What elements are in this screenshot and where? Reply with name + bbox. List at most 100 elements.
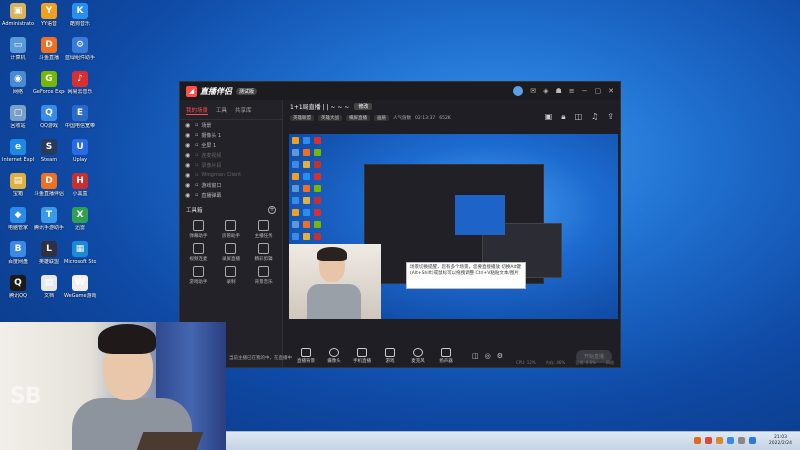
preview-icon: [303, 209, 310, 216]
edit-title-button[interactable]: 修改: [354, 103, 373, 110]
tab-shared[interactable]: 共享库: [235, 106, 252, 115]
scene-item[interactable]: ◉ ▫ 连麦视频: [180, 150, 282, 160]
desktop-icon[interactable]: Q QQ游戏: [33, 105, 65, 129]
share-icon[interactable]: ⇪: [607, 112, 614, 122]
tool-icon: [225, 220, 237, 231]
desktop-icon[interactable]: L 英雄联盟: [33, 241, 65, 265]
add-tool-icon[interactable]: +: [268, 206, 276, 214]
scene-item[interactable]: ◉ ▫ 摄像头 1: [180, 130, 282, 140]
tool-item[interactable]: 精彩剪辑: [247, 243, 280, 262]
tray-icon[interactable]: [738, 437, 745, 444]
desktop-icon[interactable]: H 小黑盒: [64, 173, 96, 197]
gift-icon[interactable]: ◈: [543, 87, 548, 95]
lock-icon[interactable]: ▫: [195, 192, 198, 198]
scene-item[interactable]: ◉ ▫ 直播弹幕: [180, 190, 282, 200]
lock-icon[interactable]: ▫: [195, 182, 198, 188]
status-item: 内存: 46%: [545, 359, 566, 365]
tab-my-scenes[interactable]: 我的场景: [186, 106, 209, 115]
stream-tag[interactable]: 画质: [374, 115, 389, 121]
tray-icon[interactable]: [705, 437, 712, 444]
scene-item[interactable]: ◉ ▫ 游戏窗口: [180, 180, 282, 190]
tool-item[interactable]: 主播任务: [247, 220, 280, 239]
desktop-icon[interactable]: e Internet Explorer: [2, 139, 34, 163]
scene-item[interactable]: ◉ ▫ 录像片段: [180, 160, 282, 170]
app-icon: ◆: [10, 207, 26, 223]
settings-icon[interactable]: ≡: [569, 87, 575, 95]
desktop-icon[interactable]: D 斗鱼直播: [33, 37, 65, 61]
tray-icon[interactable]: [727, 437, 734, 444]
stream-preview[interactable]: 场景切换提醒，您有多个场景，您要直接播放 切换Alt键(Alt+Shift)或鼠…: [289, 134, 618, 319]
eye-icon[interactable]: ◉: [185, 122, 192, 129]
tab-tools[interactable]: 工具: [216, 106, 227, 115]
desktop-icon[interactable]: K 酷狗音乐: [64, 3, 96, 27]
eye-icon[interactable]: ◉: [185, 142, 192, 149]
lock-icon[interactable]: ▫: [195, 122, 198, 128]
desktop-icon[interactable]: ◉ 网络: [2, 71, 34, 95]
close-icon[interactable]: ✕: [608, 87, 614, 95]
desktop-icon[interactable]: E 中国电信宽带: [64, 105, 96, 129]
desktop-icon[interactable]: ▦ Microsoft Store: [64, 241, 96, 265]
maximize-icon[interactable]: ▢: [595, 87, 602, 95]
tool-item[interactable]: 背景音乐: [247, 266, 280, 285]
user-avatar[interactable]: [513, 86, 524, 96]
scene-item[interactable]: ◉ ▫ 场景: [180, 120, 282, 130]
desktop-icon[interactable]: B 百度网盘: [2, 241, 34, 265]
stream-tag[interactable]: 英雄大战: [318, 115, 342, 121]
tray-icon[interactable]: [694, 437, 701, 444]
desktop-icon[interactable]: ▤ 宝箱: [2, 173, 34, 197]
desktop-icon[interactable]: D 斗鱼直播伴侣: [33, 173, 65, 197]
lock-icon[interactable]: ▫: [195, 142, 198, 148]
shirt-icon[interactable]: ☗: [555, 87, 561, 95]
scene-item[interactable]: ◉ ▫ 全屏 1: [180, 140, 282, 150]
lock-icon[interactable]: ▫: [195, 152, 198, 158]
tool-item[interactable]: 房管助手: [215, 220, 248, 239]
tray-icon[interactable]: [716, 437, 723, 444]
eye-icon[interactable]: ◉: [185, 182, 192, 189]
desktop-icon[interactable]: G GeForce Experience: [33, 71, 65, 95]
top-right-tools: ▣ 🔒︎ ◫ ♫ ⇪: [545, 112, 614, 122]
lock-icon[interactable]: ▫: [195, 132, 198, 138]
eye-icon[interactable]: ◉: [185, 162, 192, 169]
desktop-icon[interactable]: U Uplay: [64, 139, 96, 163]
stream-tag[interactable]: 英雄联盟: [290, 115, 314, 121]
minimize-icon[interactable]: −: [582, 87, 588, 95]
eye-icon[interactable]: ◉: [185, 152, 192, 159]
desktop-icon[interactable]: ▣ Administrator: [2, 3, 34, 27]
lock-icon[interactable]: ▫: [195, 172, 198, 178]
preview-person-hair: [317, 247, 347, 261]
desktop-icon[interactable]: S Steam: [33, 139, 65, 163]
message-icon[interactable]: ✉: [530, 87, 536, 95]
tool-label: 游戏助手: [189, 280, 208, 285]
desktop-icon[interactable]: ⚙ 蓝绿组件助手: [64, 37, 96, 61]
scene-item[interactable]: ◉ ▫ Wingman Client: [180, 170, 282, 180]
status-left: 当前主播已在我的中，在直播中: [229, 356, 292, 361]
tool-icon: [192, 266, 204, 277]
eye-icon[interactable]: ◉: [185, 172, 192, 179]
eye-icon[interactable]: ◉: [185, 192, 192, 199]
desktop-icon[interactable]: Q 腾讯QQ: [2, 275, 34, 299]
cart-icon[interactable]: ◫: [575, 112, 583, 122]
app-icon: D: [41, 173, 57, 189]
tool-item[interactable]: 录屏直播: [215, 243, 248, 262]
tool-item[interactable]: 录制: [215, 266, 248, 285]
desktop-icon[interactable]: ♪ 网易云音乐: [64, 71, 96, 95]
desktop-icon[interactable]: T 腾讯手游助手: [33, 207, 65, 231]
bell-icon[interactable]: ♫: [591, 112, 598, 122]
tool-item[interactable]: 游戏助手: [182, 266, 215, 285]
tool-item[interactable]: 弹幕助手: [182, 220, 215, 239]
desktop-icon[interactable]: ▢ 回收站: [2, 105, 34, 129]
desktop-icon[interactable]: ◆ 电脑管家: [2, 207, 34, 231]
tool-item[interactable]: 视频连麦: [182, 243, 215, 262]
lock-icon[interactable]: 🔒︎: [561, 112, 565, 122]
stream-tag[interactable]: 横屏直播: [346, 115, 370, 121]
desktop-icon[interactable]: X 迅雷: [64, 207, 96, 231]
desktop-icon[interactable]: W WeGame游戏: [64, 275, 96, 299]
desktop-icon[interactable]: ▤ 文档: [33, 275, 65, 299]
task-icon[interactable]: ▣: [545, 112, 553, 122]
tray-icon[interactable]: [749, 437, 756, 444]
desktop-icon[interactable]: ▭ 计算机: [2, 37, 34, 61]
eye-icon[interactable]: ◉: [185, 132, 192, 139]
desktop-icon[interactable]: Y YY语音: [33, 3, 65, 27]
taskbar-clock[interactable]: 21:03 2022/2/24: [769, 435, 792, 447]
lock-icon[interactable]: ▫: [195, 162, 198, 168]
